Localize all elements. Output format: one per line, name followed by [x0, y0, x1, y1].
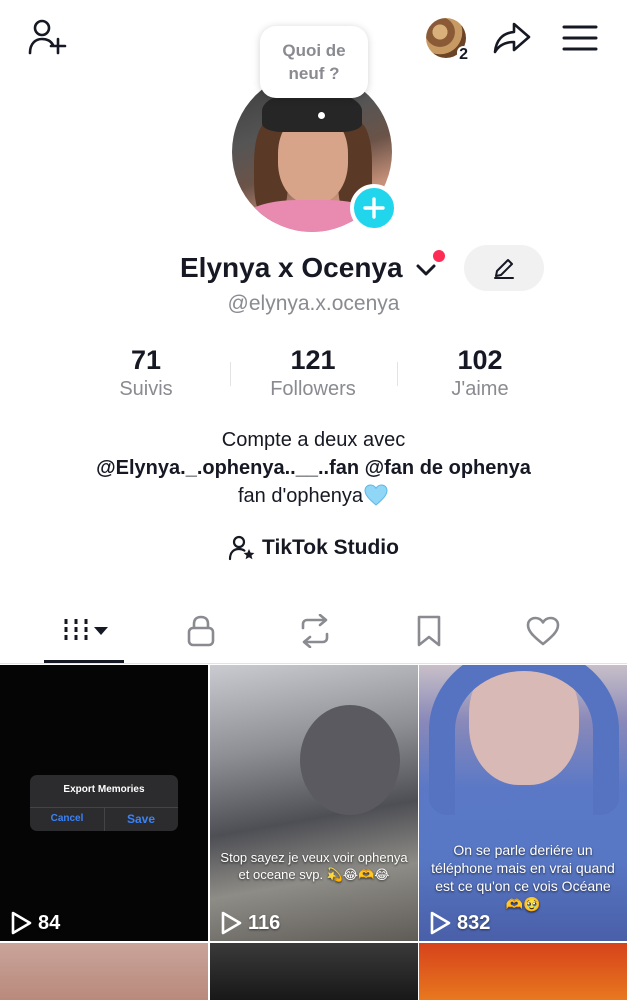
- view-count: 116: [220, 911, 280, 935]
- notification-avatar[interactable]: 2: [424, 16, 470, 64]
- bio-line: Compte a deux avec: [221, 429, 406, 451]
- stats-row: 71 Suivis 121 Followers 102 J'aime: [62, 344, 565, 406]
- play-icon: [11, 911, 32, 935]
- lock-icon: [187, 615, 214, 647]
- add-story-button[interactable]: [350, 184, 398, 232]
- video-thumbnail[interactable]: [210, 943, 418, 1000]
- studio-label: TikTok Studio: [262, 536, 399, 559]
- view-count: 832: [429, 911, 490, 935]
- video-grid: Export Memories Cancel Save 84 Stop saye…: [0, 665, 627, 1000]
- chevron-down-icon[interactable]: [414, 258, 438, 282]
- view-count-value: 832: [457, 911, 491, 934]
- bubble-dot: [318, 112, 325, 119]
- tab-videos[interactable]: [24, 600, 149, 662]
- edit-profile-button[interactable]: [464, 245, 544, 291]
- heart-icon: [526, 616, 559, 646]
- stat-likes[interactable]: 102 J'aime: [396, 344, 564, 402]
- name-row: Elynya x Ocenya: [0, 245, 627, 292]
- person-star-icon: [228, 535, 255, 561]
- notification-dot: [433, 250, 445, 262]
- blue-heart-icon: [363, 483, 389, 507]
- tab-favorites[interactable]: [366, 600, 491, 662]
- add-friend-icon[interactable]: [24, 14, 70, 60]
- share-icon[interactable]: [490, 16, 534, 60]
- tiktok-studio-link[interactable]: TikTok Studio: [0, 534, 627, 562]
- view-count-value: 84: [38, 911, 61, 934]
- tab-liked[interactable]: [480, 600, 605, 662]
- video-thumbnail[interactable]: [0, 943, 208, 1000]
- view-count-value: 116: [248, 911, 281, 934]
- bio-mentions: @Elynya._.ophenya..__..fan @fan de ophen…: [96, 457, 531, 479]
- dialog-cancel: Cancel: [50, 813, 84, 824]
- stat-label: Suivis: [119, 378, 173, 400]
- story-prompt-bubble[interactable]: Quoi de neuf ?: [260, 26, 368, 98]
- bookmark-icon: [417, 615, 440, 647]
- profile-bio[interactable]: Compte a deux avec @Elynya._.ophenya..__…: [0, 426, 627, 510]
- stat-following[interactable]: 71 Suivis: [62, 344, 230, 402]
- repost-icon: [301, 614, 328, 648]
- video-thumbnail[interactable]: Export Memories Cancel Save 84: [0, 665, 208, 941]
- stat-value: 71: [130, 345, 162, 375]
- play-icon: [430, 911, 451, 935]
- tab-private[interactable]: [138, 600, 263, 662]
- stat-value: 102: [457, 345, 503, 375]
- video-thumbnail[interactable]: On se parle deriére un téléphone mais en…: [419, 665, 627, 941]
- content-tabs: [0, 600, 627, 664]
- tab-reposts[interactable]: [252, 600, 377, 662]
- video-thumbnail[interactable]: [419, 943, 627, 1000]
- video-thumbnail[interactable]: Stop sayez je veux voir ophenya et ocean…: [210, 665, 418, 941]
- plus-icon: [363, 197, 385, 219]
- hamburger-menu-icon[interactable]: [558, 16, 602, 60]
- username: @elynya.x.ocenya: [227, 292, 400, 315]
- pencil-icon: [494, 259, 514, 279]
- view-count: 84: [10, 911, 60, 935]
- videos-grid-icon: [64, 619, 108, 643]
- notification-count-badge: 2: [457, 46, 470, 64]
- stat-followers[interactable]: 121 Followers: [229, 344, 397, 402]
- bio-line: fan d'ophenya: [237, 485, 364, 507]
- stat-value: 121: [290, 345, 336, 375]
- video-caption: On se parle deriére un téléphone mais en…: [431, 842, 615, 912]
- dialog-save: Save: [126, 812, 156, 826]
- active-tab-indicator: [44, 660, 124, 663]
- play-icon: [221, 911, 242, 935]
- export-dialog-screenshot: Export Memories Cancel Save: [30, 775, 178, 831]
- stat-label: J'aime: [451, 378, 509, 400]
- bio-line-with-heart: fan d'ophenya: [0, 482, 627, 510]
- video-caption: Stop sayez je veux voir ophenya et ocean…: [220, 850, 408, 882]
- stat-label: Followers: [270, 378, 356, 400]
- display-name[interactable]: Elynya x Ocenya: [180, 252, 403, 284]
- dialog-title: Export Memories: [63, 784, 145, 795]
